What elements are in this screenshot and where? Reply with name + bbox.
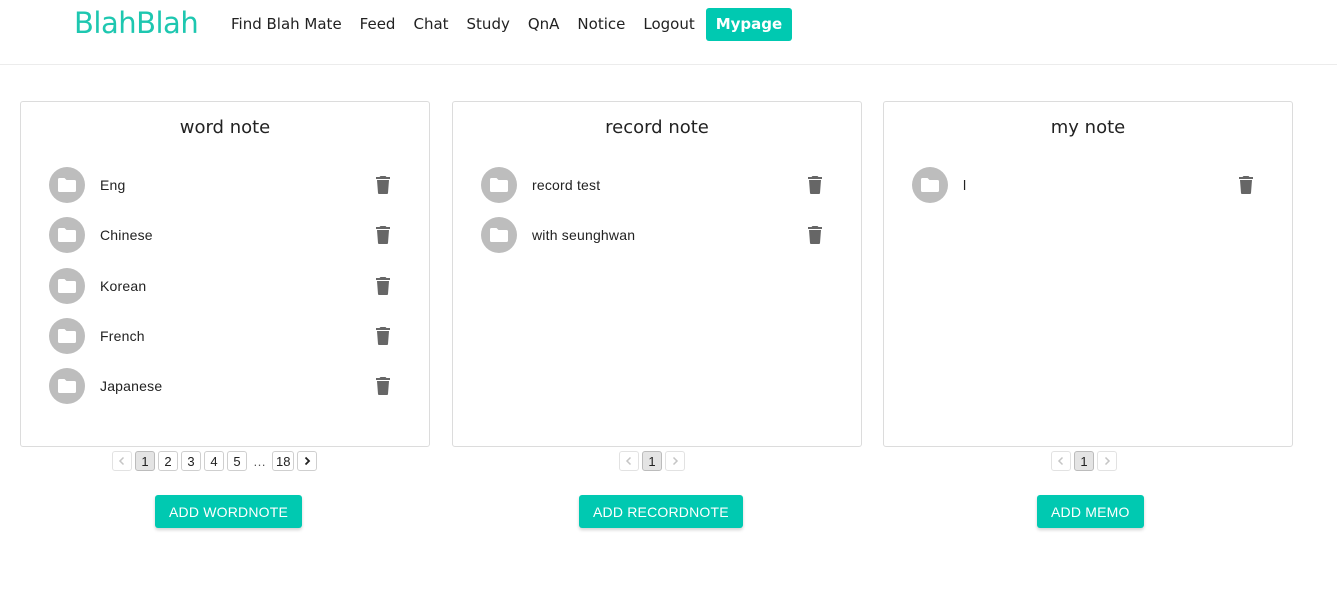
list-item-label: Japanese (100, 378, 163, 395)
page-button[interactable]: 3 (181, 451, 201, 471)
trash-icon[interactable] (371, 374, 395, 398)
page-button[interactable]: 1 (135, 451, 155, 471)
list-item-label: Chinese (100, 227, 153, 244)
nav-notice[interactable]: Notice (568, 8, 634, 40)
chevron-left-icon[interactable] (1051, 451, 1071, 471)
list-item-label: record test (532, 177, 601, 194)
nav-feed[interactable]: Feed (351, 8, 405, 40)
nav-logout[interactable]: Logout (634, 8, 703, 40)
chevron-left-icon[interactable] (112, 451, 132, 471)
folder-icon (481, 167, 517, 204)
folder-icon (481, 217, 517, 254)
nav-find-blah-mate[interactable]: Find Blah Mate (222, 8, 351, 40)
page-button-last[interactable]: 18 (272, 451, 295, 471)
card-title: word note (179, 117, 271, 138)
trash-icon[interactable] (371, 173, 395, 197)
page-button[interactable]: 1 (642, 451, 662, 471)
list-item[interactable]: Eng (49, 160, 401, 210)
record-note-pagination: 1 (619, 451, 685, 471)
folder-icon (912, 167, 948, 204)
top-header: BlahBlah Find Blah Mate Feed Chat Study … (0, 0, 1337, 65)
page-button[interactable]: 5 (227, 451, 247, 471)
list-item-label: Eng (100, 177, 126, 194)
list-item[interactable]: Korean (49, 261, 401, 311)
record-note-card: record note record test with seunghwan (452, 101, 862, 447)
add-memo-button[interactable]: ADD MEMO (1037, 495, 1144, 528)
note-list: l (912, 160, 1264, 210)
add-recordnote-button[interactable]: ADD RECORDNOTE (579, 495, 743, 528)
page-button[interactable]: 1 (1074, 451, 1094, 471)
card-title: my note (1050, 117, 1126, 138)
nav-qna[interactable]: QnA (519, 8, 569, 40)
list-item-label: with seunghwan (532, 227, 636, 244)
trash-icon[interactable] (803, 223, 827, 247)
note-list: Eng Chinese Korean French Japanese (49, 160, 401, 411)
add-wordnote-button[interactable]: ADD WORDNOTE (155, 495, 303, 528)
trash-icon[interactable] (1234, 173, 1258, 197)
app-logo[interactable]: BlahBlah (74, 6, 199, 40)
nav-chat[interactable]: Chat (404, 8, 457, 40)
page-button[interactable]: 4 (204, 451, 224, 471)
chevron-right-icon[interactable] (1097, 451, 1117, 471)
my-note-pagination: 1 (1051, 451, 1117, 471)
list-item-label: l (963, 177, 967, 194)
trash-icon[interactable] (803, 173, 827, 197)
trash-icon[interactable] (371, 223, 395, 247)
folder-icon (49, 167, 85, 204)
list-item[interactable]: with seunghwan (481, 210, 833, 260)
folder-icon (49, 217, 85, 254)
card-title: record note (605, 117, 709, 138)
note-list: record test with seunghwan (481, 160, 833, 261)
nav-mypage[interactable]: Mypage (705, 7, 793, 41)
trash-icon[interactable] (371, 274, 395, 298)
page-ellipsis: … (250, 451, 269, 471)
list-item[interactable]: l (912, 160, 1264, 210)
list-item[interactable]: Japanese (49, 361, 401, 411)
chevron-right-icon[interactable] (297, 451, 318, 471)
word-note-pagination: 1 2 3 4 5 … 18 (112, 451, 318, 471)
word-note-card: word note Eng Chinese Korean French Japa… (20, 101, 430, 447)
folder-icon (49, 368, 85, 405)
list-item-label: Korean (100, 277, 147, 294)
list-item[interactable]: French (49, 311, 401, 361)
my-note-card: my note l (883, 101, 1293, 447)
trash-icon[interactable] (371, 324, 395, 348)
folder-icon (49, 318, 85, 355)
list-item[interactable]: Chinese (49, 210, 401, 260)
list-item[interactable]: record test (481, 160, 833, 210)
chevron-right-icon[interactable] (665, 451, 685, 471)
list-item-label: French (100, 328, 145, 345)
main-nav: Find Blah Mate Feed Chat Study QnA Notic… (222, 7, 793, 41)
nav-study[interactable]: Study (458, 8, 519, 40)
folder-icon (49, 267, 85, 304)
page-button[interactable]: 2 (158, 451, 178, 471)
chevron-left-icon[interactable] (619, 451, 639, 471)
